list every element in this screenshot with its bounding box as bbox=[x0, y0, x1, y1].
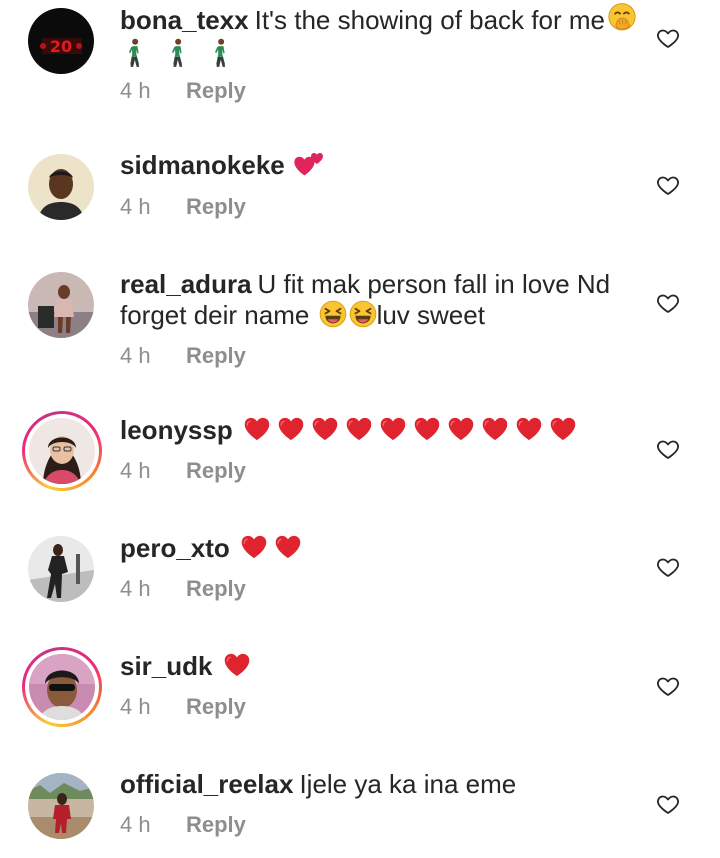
comment-body: official_reelax Ijele ya ka ina eme bbox=[120, 769, 640, 800]
comment-username[interactable]: sidmanokeke bbox=[120, 150, 285, 180]
comment-meta: 4 h Reply bbox=[120, 692, 246, 722]
comment-username[interactable]: pero_xto bbox=[120, 533, 230, 563]
comment-time: 4 h bbox=[120, 194, 151, 219]
comment-meta: 4 h Reply bbox=[120, 810, 246, 840]
avatar-image bbox=[29, 418, 95, 484]
red-heart-emoji bbox=[411, 415, 443, 443]
comment-text-line2: forget deir name bbox=[120, 300, 310, 330]
avatar-image bbox=[28, 536, 94, 602]
red-heart-emoji bbox=[309, 415, 341, 443]
svg-text:20: 20 bbox=[50, 37, 72, 56]
avatar-story-ring[interactable] bbox=[22, 411, 102, 491]
like-heart-icon[interactable] bbox=[656, 555, 680, 579]
red-heart-emoji bbox=[547, 415, 579, 443]
red-heart-emoji bbox=[479, 415, 511, 443]
reply-button[interactable]: Reply bbox=[186, 343, 246, 368]
reply-button[interactable]: Reply bbox=[186, 694, 246, 719]
two-hearts-emoji bbox=[293, 150, 325, 178]
grinning-squinting-face-emoji bbox=[349, 300, 377, 328]
reply-button[interactable]: Reply bbox=[186, 458, 246, 483]
like-heart-icon[interactable] bbox=[656, 173, 680, 197]
comment-meta: 4 h Reply bbox=[120, 192, 246, 222]
red-heart-emoji bbox=[238, 533, 270, 561]
comment-time: 4 h bbox=[120, 458, 151, 483]
grinning-squinting-face-emoji bbox=[319, 300, 347, 328]
comment-text: Ijele ya ka ina eme bbox=[299, 769, 517, 799]
comment-time: 4 h bbox=[120, 576, 151, 601]
avatar-story-ring[interactable] bbox=[22, 647, 102, 727]
comment-username[interactable]: official_reelax bbox=[120, 769, 293, 799]
comment-time: 4 h bbox=[120, 694, 151, 719]
comment-meta: 4 h Reply bbox=[120, 574, 246, 604]
comment-time: 4 h bbox=[120, 343, 151, 368]
red-heart-emoji bbox=[445, 415, 477, 443]
comment-text-line3: luv sweet bbox=[376, 300, 485, 330]
person-walking-emoji bbox=[210, 38, 230, 68]
reply-button[interactable]: Reply bbox=[186, 812, 246, 837]
like-heart-icon[interactable] bbox=[656, 291, 680, 315]
red-heart-emoji bbox=[513, 415, 545, 443]
red-heart-emoji bbox=[275, 415, 307, 443]
red-heart-emoji bbox=[343, 415, 375, 443]
comment-username[interactable]: real_adura bbox=[120, 269, 252, 299]
person-walking-emoji bbox=[167, 38, 187, 68]
reply-button[interactable]: Reply bbox=[186, 576, 246, 601]
comment-text: U fit mak person fall in love Nd bbox=[257, 269, 611, 299]
avatar-image bbox=[28, 773, 94, 839]
comment-time: 4 h bbox=[120, 812, 151, 837]
reply-button[interactable]: Reply bbox=[186, 194, 246, 219]
walking-emoji-row bbox=[120, 38, 230, 71]
comment-meta: 4 h Reply bbox=[120, 76, 246, 106]
comment-meta: 4 h Reply bbox=[120, 456, 246, 486]
comment-meta: 4 h Reply bbox=[120, 341, 246, 371]
comment-body: real_adura U fit mak person fall in love … bbox=[120, 269, 640, 331]
red-heart-emoji bbox=[221, 651, 253, 679]
avatar-image bbox=[28, 154, 94, 220]
red-heart-emoji bbox=[377, 415, 409, 443]
avatar[interactable] bbox=[28, 154, 94, 220]
face-with-hand-over-mouth-emoji bbox=[607, 3, 637, 33]
like-heart-icon[interactable] bbox=[656, 792, 680, 816]
reply-button[interactable]: Reply bbox=[186, 78, 246, 103]
red-heart-emoji-row bbox=[239, 415, 579, 445]
avatar-image bbox=[28, 272, 94, 338]
comment-body: leonyssp bbox=[120, 415, 640, 446]
avatar[interactable] bbox=[28, 773, 94, 839]
avatar[interactable] bbox=[28, 536, 94, 602]
red-heart-emoji bbox=[272, 533, 304, 561]
comment-body: bona_texx It's the showing of back for me bbox=[120, 3, 640, 71]
avatar bbox=[25, 650, 99, 724]
avatar[interactable]: 20 bbox=[28, 8, 94, 74]
comment-time: 4 h bbox=[120, 78, 151, 103]
comment-body: sidmanokeke bbox=[120, 150, 640, 181]
person-walking-emoji bbox=[124, 38, 144, 68]
avatar-image bbox=[29, 654, 95, 720]
red-heart-emoji bbox=[241, 415, 273, 443]
comment-username[interactable]: leonyssp bbox=[120, 415, 233, 445]
avatar[interactable] bbox=[28, 272, 94, 338]
avatar bbox=[25, 414, 99, 488]
like-heart-icon[interactable] bbox=[656, 26, 680, 50]
like-heart-icon[interactable] bbox=[656, 437, 680, 461]
comment-body: sir_udk bbox=[120, 651, 640, 682]
comment-username[interactable]: bona_texx bbox=[120, 5, 249, 35]
comment-text: It's the showing of back for me bbox=[254, 5, 605, 35]
comment-username[interactable]: sir_udk bbox=[120, 651, 213, 681]
like-heart-icon[interactable] bbox=[656, 674, 680, 698]
comment-body: pero_xto bbox=[120, 533, 640, 564]
avatar-image: 20 bbox=[28, 8, 94, 74]
